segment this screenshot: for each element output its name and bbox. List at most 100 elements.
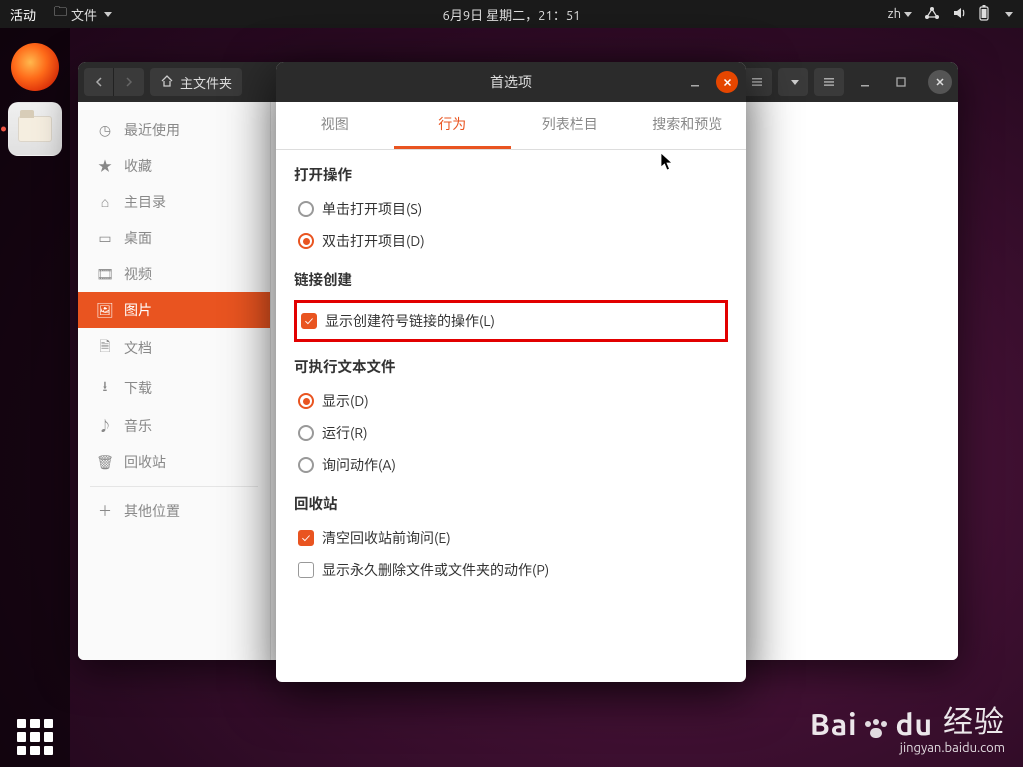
sidebar-item-downloads[interactable]: ⭳ 下载 [78,368,270,408]
option-label: 显示(D) [322,391,369,411]
sidebar-item-label: 收藏 [124,156,152,176]
separator [90,486,258,487]
sidebar-item-label: 其他位置 [124,501,180,521]
checkbox-ask-empty-trash[interactable]: ✓清空回收站前询问(E) [294,524,728,552]
sidebar-item-desktop[interactable]: ▭ 桌面 [78,220,270,256]
watermark-brand-c: 经验 [943,697,1005,741]
sidebar-item-starred[interactable]: ★收藏 [78,148,270,184]
sidebar-item-documents[interactable]: 🗎 文档 [78,328,270,368]
chevron-down-icon [904,12,912,17]
folder-icon [18,116,52,142]
highlight-box: ✓ 显示创建符号链接的操作(L) [294,300,728,342]
tab-search-preview[interactable]: 搜索和预览 [629,102,747,149]
preferences-tabs: 视图 行为 列表栏目 搜索和预览 [276,102,746,150]
radio-icon [298,457,314,473]
radio-icon [298,233,314,249]
nav-forward-button[interactable] [114,68,144,96]
top-panel: 活动 🗀 文件 6月9日 星期二，21：51 zh [0,0,1023,28]
option-label: 单击打开项目(S) [322,199,422,219]
input-method-indicator[interactable]: zh [888,7,912,21]
video-icon: 🎞 [96,266,114,283]
radio-icon [298,201,314,217]
preferences-title: 首选项 [490,72,532,92]
clock-icon: ◷ [96,122,114,139]
dock-files[interactable] [8,102,62,156]
volume-icon[interactable] [952,6,966,23]
battery-icon[interactable] [978,5,990,24]
view-dropdown-button[interactable] [778,68,808,96]
section-title-executable: 可执行文本文件 [294,356,728,377]
tab-behavior[interactable]: 行为 [394,102,512,149]
chevron-down-icon [104,12,112,17]
show-applications-button[interactable] [17,719,53,755]
dock [0,28,70,767]
documents-icon: 🗎 [96,336,114,360]
option-label: 显示永久删除文件或文件夹的动作(P) [322,560,549,580]
sidebar-item-label: 最近使用 [124,120,180,140]
nav-back-button[interactable] [84,68,114,96]
path-bar[interactable]: 主文件夹 [150,68,242,96]
watermark-url: jingyan.baidu.com [810,741,1005,755]
checkbox-show-delete[interactable]: 显示永久删除文件或文件夹的动作(P) [294,556,728,584]
sidebar-item-label: 图片 [124,300,152,320]
hamburger-menu-button[interactable] [814,68,844,96]
checkbox-icon: ✓ [298,530,314,546]
dock-firefox[interactable] [8,40,62,94]
chevron-down-icon [1005,12,1013,17]
radio-single-click[interactable]: 单击打开项目(S) [294,195,728,223]
section-title-link-creation: 链接创建 [294,269,728,290]
checkbox-show-symlink[interactable]: ✓ 显示创建符号链接的操作(L) [301,309,721,333]
window-maximize-button[interactable] [886,68,916,96]
option-label: 显示创建符号链接的操作(L) [325,311,495,331]
tab-list-columns[interactable]: 列表栏目 [511,102,629,149]
radio-run[interactable]: 运行(R) [294,419,728,447]
dialog-minimize-button[interactable] [684,71,706,93]
checkbox-icon: ✓ [301,313,317,329]
sidebar-item-label: 文档 [124,338,152,358]
watermark: Bai du 经验 jingyan.baidu.com [810,697,1005,755]
window-minimize-button[interactable] [850,68,880,96]
chevron-down-icon [791,80,799,85]
network-icon[interactable] [924,6,940,23]
watermark-brand-b: du [895,707,933,741]
sidebar-item-music[interactable]: ♪ 音乐 [78,408,270,444]
option-label: 运行(R) [322,423,368,443]
sidebar-item-trash[interactable]: 🗑 回收站 [78,444,270,480]
radio-display[interactable]: 显示(D) [294,387,728,415]
dialog-close-button[interactable] [716,71,738,93]
activities-button[interactable]: 活动 [10,5,36,24]
preferences-content: 打开操作 单击打开项目(S) 双击打开项目(D) 链接创建 ✓ 显示创建符号链接的… [276,150,746,612]
radio-icon [298,425,314,441]
sidebar-item-pictures[interactable]: 🖼 图片 [78,292,270,328]
sidebar-item-videos[interactable]: 🎞视频 [78,256,270,292]
trash-icon: 🗑 [96,454,114,471]
preferences-headerbar: 首选项 [276,62,746,102]
pictures-icon: 🖼 [96,302,114,319]
radio-ask[interactable]: 询问动作(A) [294,451,728,479]
file-menu-label: 文件 [71,5,97,24]
sidebar-item-label: 主目录 [124,192,166,212]
sidebar-item-home[interactable]: ⌂主目录 [78,184,270,220]
sidebar-item-label: 下载 [124,378,152,398]
tab-view[interactable]: 视图 [276,102,394,149]
sidebar-item-label: 桌面 [124,228,152,248]
music-icon: ♪ [96,416,114,436]
window-close-button[interactable] [928,70,952,94]
radio-icon [298,393,314,409]
file-menu[interactable]: 🗀 文件 [54,3,112,25]
sidebar-item-recent[interactable]: ◷ 最近使用 [78,112,270,148]
firefox-icon [11,43,59,91]
path-label: 主文件夹 [180,73,232,92]
watermark-brand-a: Bai [810,707,858,741]
running-indicator-icon [1,127,6,132]
radio-double-click[interactable]: 双击打开项目(D) [294,227,728,255]
downloads-icon: ⭳ [96,376,114,400]
view-toggle-button[interactable] [742,68,772,96]
desktop-icon: ▭ [96,230,114,247]
datetime-label[interactable]: 6月9日 星期二，21：51 [443,5,581,24]
section-title-open-action: 打开操作 [294,164,728,185]
home-icon [160,74,174,91]
sidebar-item-label: 回收站 [124,452,166,472]
sidebar-item-other-locations[interactable]: ＋其他位置 [78,493,270,529]
sidebar-item-label: 音乐 [124,416,152,436]
